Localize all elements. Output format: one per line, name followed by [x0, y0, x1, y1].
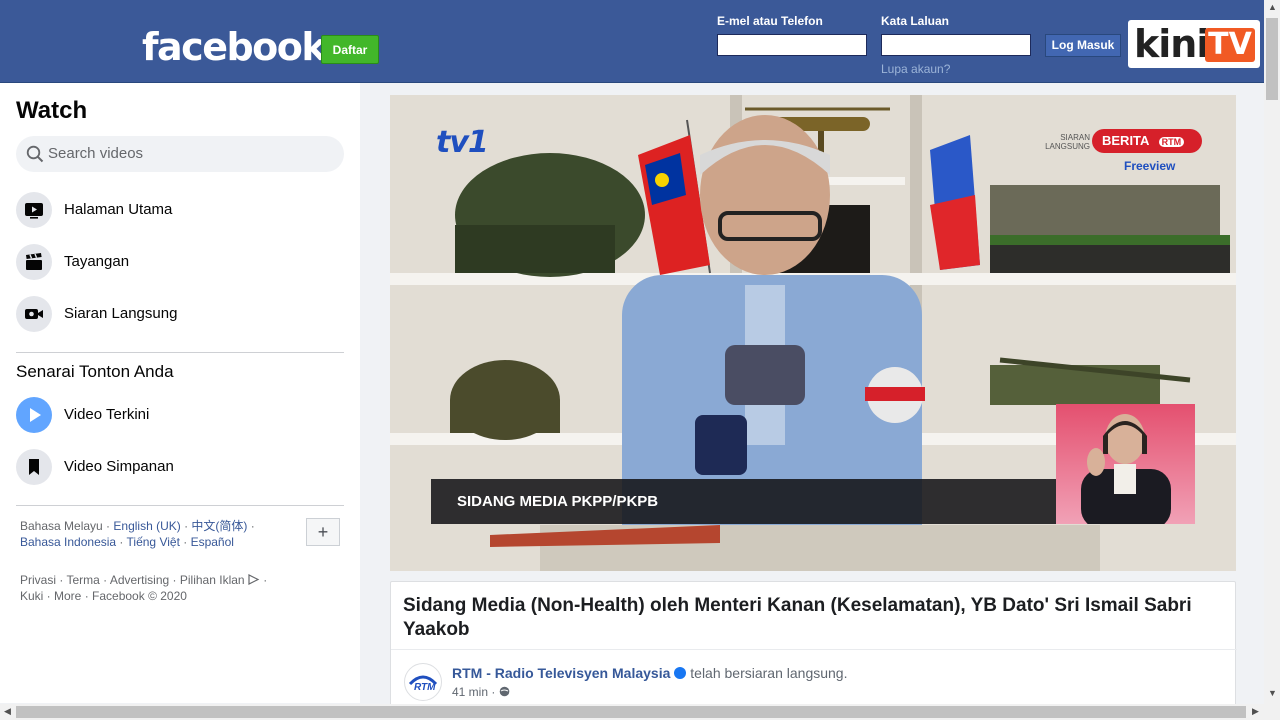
video-player[interactable]: tv1 SIARAN LANGSUNG BERITA RTM Freeview … — [390, 95, 1236, 571]
current-language: Bahasa Melayu — [20, 519, 103, 533]
language-selector: Bahasa Melayu · English (UK) · 中文(简体) · … — [20, 519, 255, 549]
horizontal-scrollbar-thumb[interactable] — [16, 706, 1246, 718]
vertical-scrollbar-thumb[interactable] — [1266, 18, 1278, 100]
sidebar-item-label: Video Terkini — [64, 406, 150, 423]
watchlist-title: Senarai Tonton Anda — [16, 362, 174, 381]
scroll-down-arrow-icon[interactable]: ▼ — [1268, 688, 1277, 698]
copyright: Facebook © 2020 — [92, 589, 187, 603]
language-link[interactable]: Español — [191, 535, 234, 549]
kinitv-logo-tv: TV — [1205, 28, 1255, 62]
language-link[interactable]: English (UK) — [113, 519, 180, 533]
kinitv-logo-kini: kini — [1134, 22, 1209, 66]
rtm-label: RTM — [1158, 137, 1185, 147]
avatar-text: RTM — [414, 682, 436, 693]
footer-link[interactable]: Privasi — [20, 573, 56, 587]
play-screen-icon — [16, 192, 52, 228]
freeview-logo: Freeview — [1124, 159, 1176, 173]
email-label: E-mel atau Telefon — [717, 14, 823, 28]
sidebar-divider — [16, 505, 344, 506]
kinitv-logo: kini TV — [1128, 20, 1260, 68]
sidebar-divider — [16, 352, 344, 353]
globe-icon — [499, 686, 510, 697]
video-post-card: Sidang Media (Non-Health) oleh Menteri K… — [390, 581, 1237, 706]
berita-label: BERITA — [1102, 133, 1149, 148]
sign-language-interpreter — [1056, 404, 1195, 524]
horizontal-scrollbar[interactable]: ◀ ▶ — [0, 704, 1280, 720]
sidebar-item-video-simpanan[interactable]: Video Simpanan — [16, 449, 346, 489]
scroll-right-arrow-icon[interactable]: ▶ — [1252, 706, 1259, 717]
search-icon — [26, 145, 44, 163]
live-camera-icon — [16, 296, 52, 332]
post-timestamp[interactable]: 41 min — [452, 685, 488, 699]
sidebar-item-label: Siaran Langsung — [64, 305, 178, 322]
rtm-avatar-logo: RTM — [407, 666, 439, 698]
post-action: telah bersiaran langsung. — [690, 665, 848, 681]
sidebar-item-tayangan[interactable]: Tayangan — [16, 244, 346, 284]
play-circle-icon — [16, 397, 52, 433]
page-title: Watch — [16, 97, 88, 124]
language-link[interactable]: Tiếng Việt — [127, 535, 180, 549]
password-label: Kata Laluan — [881, 14, 950, 28]
search-placeholder: Search videos — [48, 145, 144, 162]
search-videos-input[interactable]: Search videos — [16, 136, 344, 172]
post-meta: 41 min · — [452, 685, 510, 699]
post-divider — [391, 649, 1237, 650]
post-author-line: RTM - Radio Televisyen Malaysia telah be… — [452, 665, 848, 681]
sidebar-item-label: Video Simpanan — [64, 458, 174, 475]
footer-link[interactable]: Pilihan Iklan — [180, 573, 245, 587]
password-field[interactable] — [881, 34, 1031, 56]
interpreter-figure — [1081, 414, 1171, 524]
login-button[interactable]: Log Masuk — [1045, 34, 1121, 57]
vertical-scrollbar[interactable]: ▲ ▼ — [1264, 0, 1280, 704]
sidebar-item-halaman-utama[interactable]: Halaman Utama — [16, 192, 346, 232]
adchoices-icon — [248, 574, 260, 585]
footer-link[interactable]: Kuki — [20, 589, 43, 603]
clapperboard-icon — [16, 244, 52, 280]
scroll-up-arrow-icon[interactable]: ▲ — [1268, 2, 1277, 12]
lower-third-text: SIDANG MEDIA PKPP/PKPB — [457, 493, 659, 510]
forgot-account-link[interactable]: Lupa akaun? — [881, 62, 950, 76]
bookmark-icon — [16, 449, 52, 485]
avatar[interactable]: RTM — [404, 663, 442, 701]
signup-button[interactable]: Daftar — [321, 35, 379, 64]
footer-link[interactable]: Terma — [66, 573, 99, 587]
email-field[interactable] — [717, 34, 867, 56]
footer-link[interactable]: More — [54, 589, 81, 603]
footer-link[interactable]: Advertising — [110, 573, 169, 587]
berita-rtm-logo: BERITA RTM — [1092, 129, 1202, 153]
language-link[interactable]: Bahasa Indonesia — [20, 535, 116, 549]
verified-badge-icon — [674, 667, 687, 679]
live-indicator: SIARAN LANGSUNG — [1045, 133, 1090, 151]
footer-links: Privasi · Terma · Advertising · Pilihan … — [20, 573, 268, 603]
sidebar-item-label: Halaman Utama — [64, 201, 173, 218]
sidebar-item-video-terkini[interactable]: Video Terkini — [16, 397, 346, 437]
page-name-link[interactable]: RTM - Radio Televisyen Malaysia — [452, 665, 670, 681]
top-bar: facebook Daftar E-mel atau Telefon Kata … — [0, 0, 1264, 83]
lower-third-caption: SIDANG MEDIA PKPP/PKPB — [431, 479, 1056, 524]
add-language-button[interactable]: + — [306, 518, 340, 546]
sidebar-item-siaran-langsung[interactable]: Siaran Langsung — [16, 296, 346, 336]
sidebar-item-label: Tayangan — [64, 253, 130, 270]
video-title: Sidang Media (Non-Health) oleh Menteri K… — [403, 595, 1192, 640]
facebook-logo[interactable]: facebook — [142, 22, 327, 72]
tv1-channel-logo: tv1 — [436, 125, 489, 160]
scroll-left-arrow-icon[interactable]: ◀ — [4, 706, 11, 717]
language-link[interactable]: 中文(简体) — [191, 519, 247, 533]
watch-sidebar: Watch Search videos Halaman Utama Tayang… — [0, 83, 360, 703]
